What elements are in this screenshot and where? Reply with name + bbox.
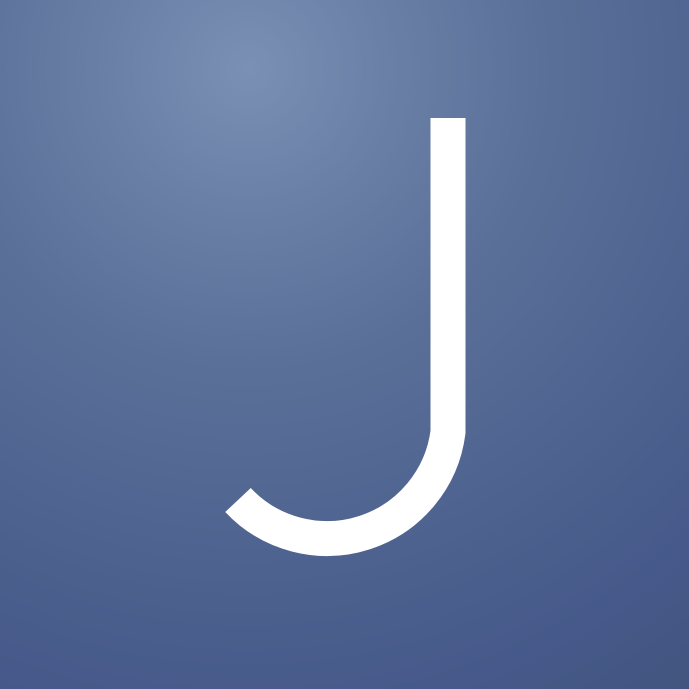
- app-icon: [0, 0, 689, 689]
- letter-j-glyph: [225, 118, 466, 557]
- letter-j-logo-icon: [225, 118, 466, 557]
